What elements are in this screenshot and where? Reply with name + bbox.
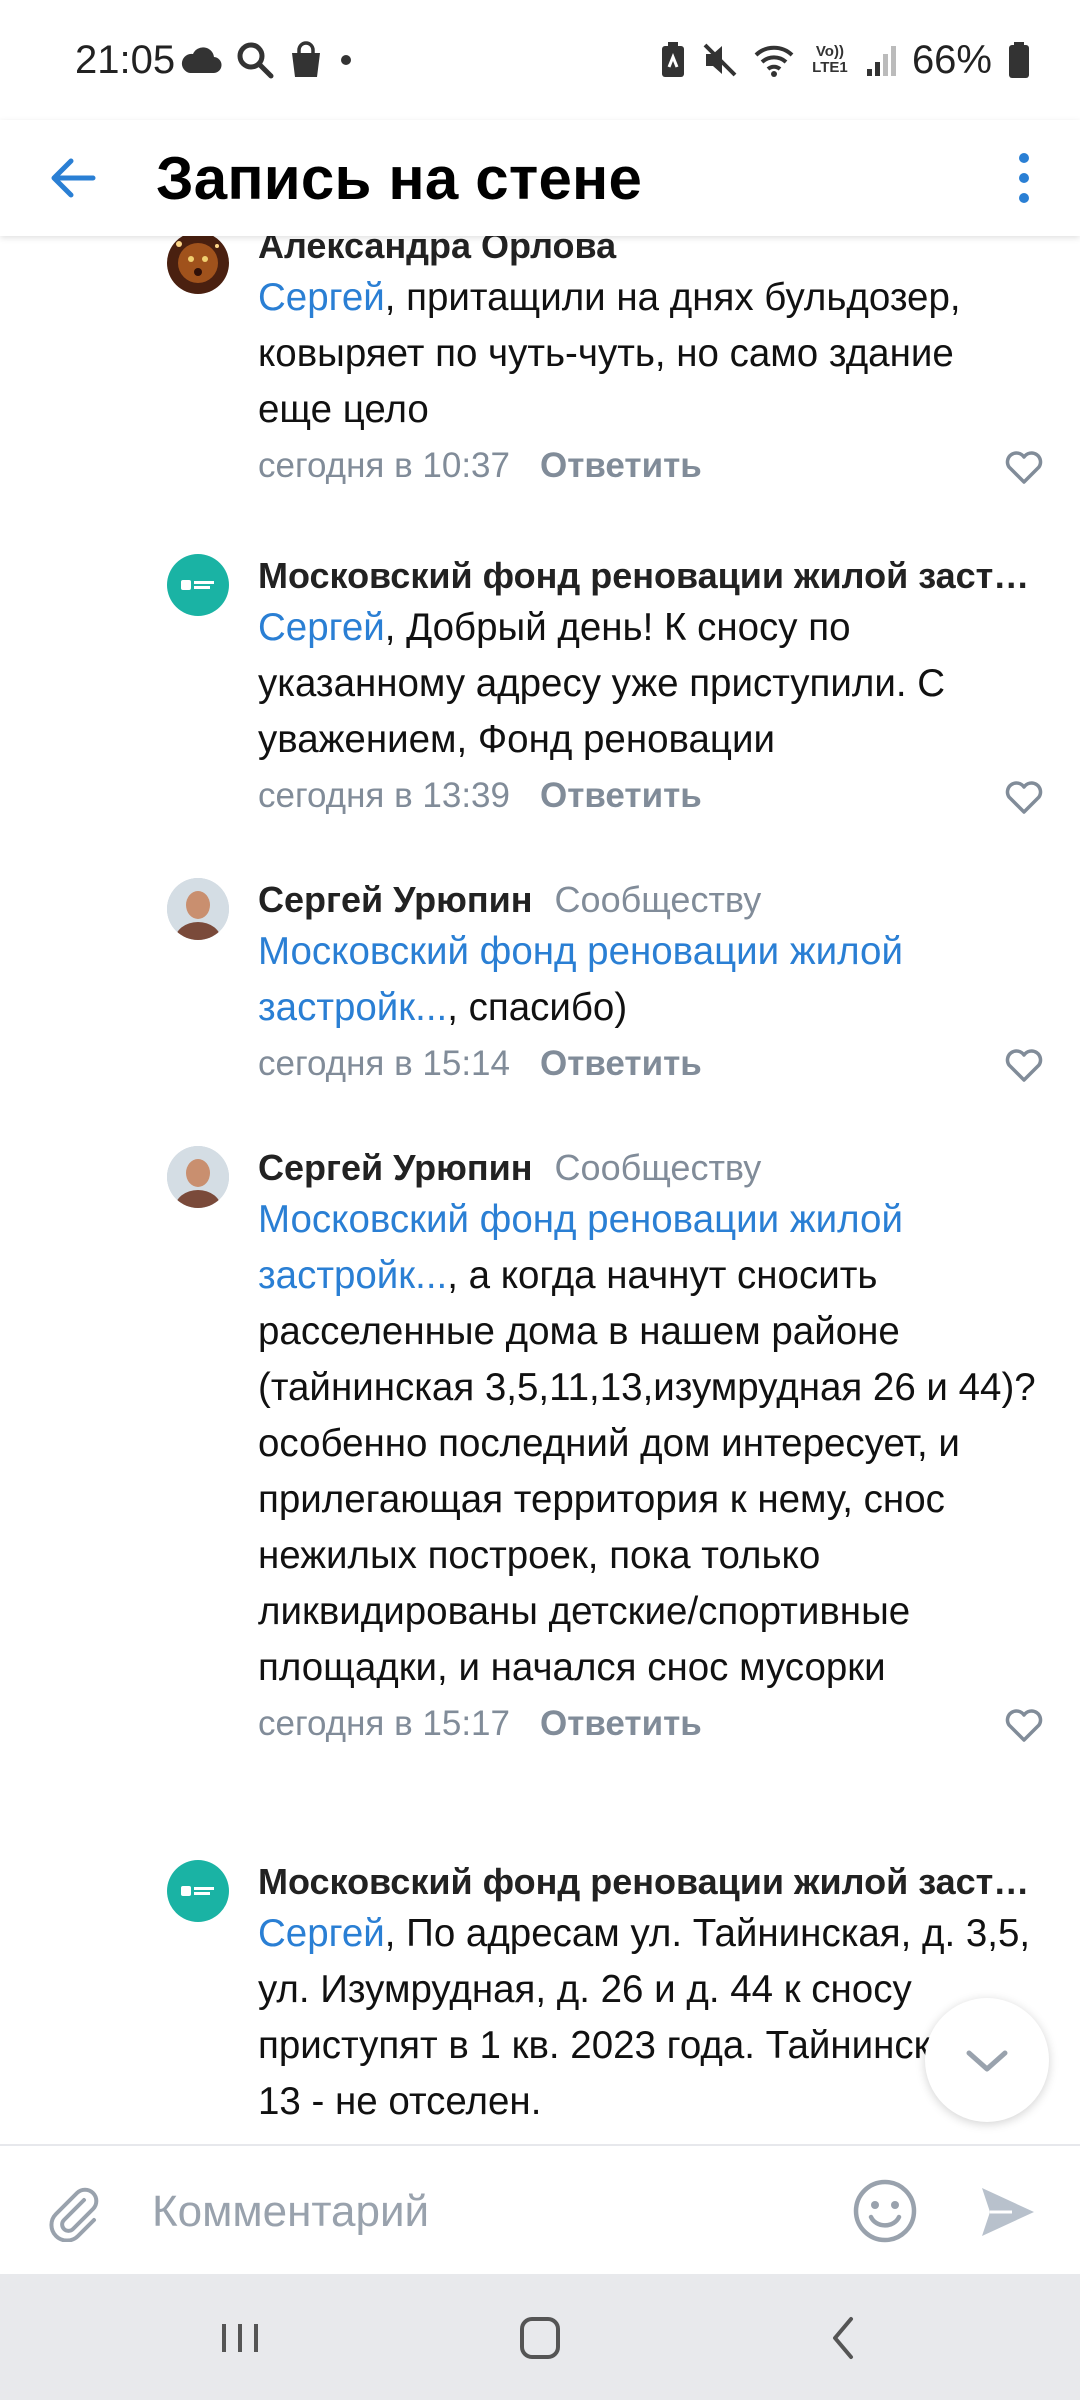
battery-icon	[1009, 42, 1029, 78]
heart-icon[interactable]	[1004, 780, 1044, 814]
comment-text: Сергей, Добрый день! К сносу по указанно…	[258, 606, 946, 761]
reply-button[interactable]: Ответить	[540, 1044, 702, 1083]
comment-text: Сергей, притащили на днях бульдозер, ков…	[258, 276, 961, 431]
system-nav-bar	[0, 2274, 1080, 2400]
home-icon[interactable]	[510, 2310, 570, 2366]
comment-author[interactable]: Сергей Урюпин Сообществу	[258, 878, 1038, 922]
comment-meta: сегодня в 10:37 Ответить	[258, 438, 1043, 494]
author-tag: Сообществу	[554, 1147, 762, 1188]
comment-author[interactable]: Александра Орлова	[258, 236, 1038, 268]
comment-text: Сергей, По адресам ул. Тайнинская, д. 3,…	[258, 1912, 1031, 2123]
comment-time: сегодня в 15:17	[258, 1704, 510, 1743]
heart-icon[interactable]	[1004, 1048, 1044, 1082]
scroll-down-button[interactable]	[925, 1998, 1049, 2122]
comment-composer	[0, 2144, 1080, 2276]
recents-icon[interactable]	[210, 2310, 270, 2366]
mention-link[interactable]: Сергей	[258, 1912, 385, 1955]
wifi-icon	[754, 45, 794, 77]
more-vertical-icon[interactable]	[1012, 138, 1036, 218]
comment-meta: сегодня в 15:17 Ответить	[258, 1696, 1043, 1752]
comment-text: Московский фонд реновации жилой застройк…	[258, 930, 903, 1029]
avatar[interactable]	[167, 236, 229, 294]
reply-button[interactable]: Ответить	[540, 776, 702, 815]
reply-button[interactable]: Ответить	[540, 1704, 702, 1743]
comment-input[interactable]	[150, 2176, 814, 2248]
chevron-down-icon	[966, 2050, 1008, 2072]
dot-icon	[341, 55, 351, 65]
comment-author[interactable]: Московский фонд реновации жилой застройк…	[258, 1860, 1038, 1904]
comment-time: сегодня в 10:37	[258, 446, 510, 485]
avatar[interactable]	[167, 1860, 229, 1922]
heart-icon[interactable]	[1004, 450, 1044, 484]
search-icon	[237, 42, 274, 79]
avatar[interactable]	[167, 554, 229, 616]
avatar[interactable]	[167, 1146, 229, 1208]
comment-meta: сегодня в 13:39 Ответить	[258, 768, 1043, 824]
shopping-bag-icon	[292, 41, 320, 77]
arrow-left-icon[interactable]	[45, 150, 101, 206]
mute-icon	[703, 43, 737, 77]
comment-author[interactable]: Сергей Урюпин Сообществу	[258, 1146, 1038, 1190]
cloud-icon	[181, 47, 222, 74]
battery-saver-icon	[661, 42, 684, 77]
page-title: Запись на стене	[156, 145, 643, 212]
smile-icon[interactable]	[852, 2178, 918, 2244]
app-bar: Запись на стене	[0, 120, 1080, 236]
comment-author[interactable]: Московский фонд реновации жилой застройк…	[258, 554, 1038, 598]
status-time: 21:05	[75, 38, 176, 82]
send-icon[interactable]	[978, 2182, 1038, 2242]
volte-icon: Vo)) LTE1	[812, 43, 848, 76]
back-icon[interactable]	[815, 2310, 875, 2366]
reply-button[interactable]: Ответить	[540, 446, 702, 485]
signal-icon	[866, 46, 896, 76]
heart-icon[interactable]	[1004, 1708, 1044, 1742]
comment-time: сегодня в 13:39	[258, 776, 510, 815]
paperclip-icon[interactable]	[44, 2182, 104, 2242]
comment-meta: сегодня в 15:14 Ответить	[258, 1036, 1043, 1092]
comments-feed[interactable]: Александра Орлова Сергей, притащили на д…	[0, 236, 1080, 2144]
status-bar: 21:05 Vo)) LTE1 66%	[0, 0, 1080, 120]
mention-link[interactable]: Сергей	[258, 276, 385, 319]
author-tag: Сообществу	[554, 879, 762, 920]
comment-text: Московский фонд реновации жилой застройк…	[258, 1198, 1036, 1689]
avatar[interactable]	[167, 878, 229, 940]
comment-time: сегодня в 15:14	[258, 1044, 510, 1083]
battery-percent: 66%	[911, 37, 992, 82]
mention-link[interactable]: Сергей	[258, 606, 385, 649]
